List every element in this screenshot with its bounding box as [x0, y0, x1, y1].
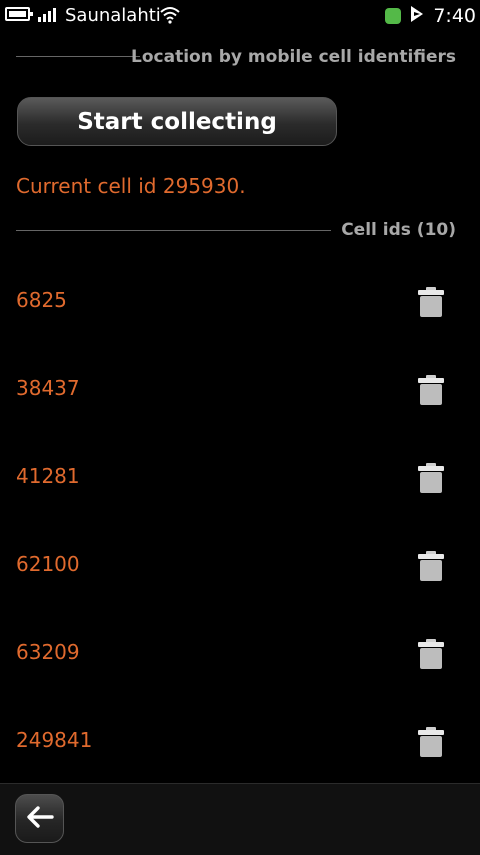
page-title: Location by mobile cell identifiers — [131, 47, 456, 67]
signal-strength-icon — [38, 8, 60, 22]
back-button[interactable] — [15, 794, 64, 843]
status-right-group: 7:40 — [385, 4, 476, 28]
current-cell-text: Current cell id 295930. — [16, 174, 246, 198]
list-item: 63209 — [0, 608, 480, 696]
list-item: 249841 — [0, 696, 480, 784]
notification-icon — [385, 8, 402, 24]
cell-id-value: 249841 — [16, 728, 93, 752]
header-divider — [16, 56, 140, 57]
trash-icon[interactable] — [416, 286, 446, 318]
trash-icon[interactable] — [416, 550, 446, 582]
cell-list-title: Cell ids (10) — [341, 220, 456, 240]
clock-time: 7:40 — [433, 5, 476, 27]
trash-icon[interactable] — [416, 726, 446, 758]
back-arrow-icon — [25, 805, 55, 833]
clock-icon — [408, 4, 426, 28]
battery-icon — [5, 7, 33, 21]
cell-id-value: 62100 — [16, 552, 80, 576]
cell-list-divider — [16, 230, 331, 231]
list-item: 62100 — [0, 520, 480, 608]
trash-icon[interactable] — [416, 374, 446, 406]
cell-id-list: 6825 38437 41281 62100 63209 249841 — [0, 256, 480, 784]
cell-id-value: 6825 — [16, 288, 67, 312]
list-item: 41281 — [0, 432, 480, 520]
carrier-name: Saunalahti — [65, 5, 161, 26]
cell-id-value: 38437 — [16, 376, 80, 400]
bottom-toolbar — [0, 783, 480, 855]
wifi-icon — [160, 6, 180, 24]
trash-icon[interactable] — [416, 462, 446, 494]
cell-id-value: 41281 — [16, 464, 80, 488]
start-collecting-button[interactable]: Start collecting — [17, 97, 337, 146]
status-bar: Saunalahti 7:40 — [0, 0, 480, 34]
cell-id-value: 63209 — [16, 640, 80, 664]
list-item: 6825 — [0, 256, 480, 344]
list-item: 38437 — [0, 344, 480, 432]
trash-icon[interactable] — [416, 638, 446, 670]
